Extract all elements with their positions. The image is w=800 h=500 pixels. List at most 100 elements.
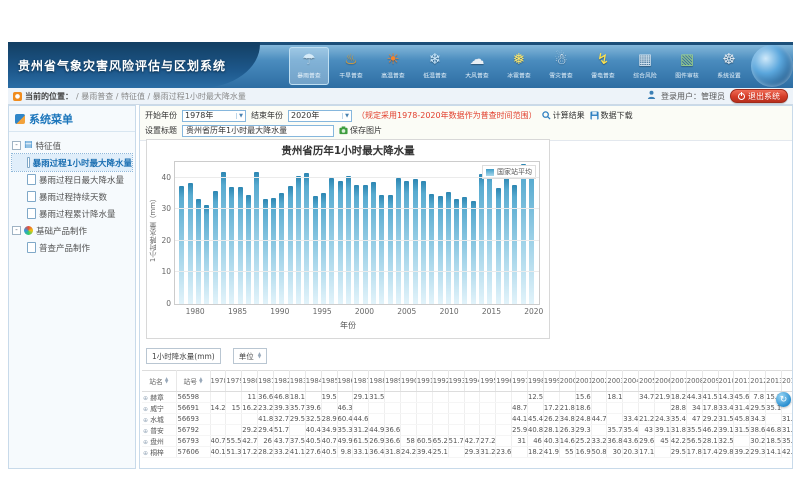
- value-cell: 27.6: [305, 447, 321, 458]
- value-cell: [401, 425, 417, 436]
- col-header-station-name[interactable]: 站名▲▼: [142, 371, 176, 392]
- value-cell: [385, 403, 401, 414]
- value-cell: 18.6: [575, 403, 591, 414]
- screen: 贵州省气象灾害风险评估与区划系统 ☂暴雨普查♨干旱普查☀高温普查❄低温普查☁大风…: [0, 0, 800, 500]
- value-cell: [305, 392, 321, 403]
- toolbar-row-2: 设置标题 贵州省历年1小时最大降水量 保存图片: [145, 123, 787, 138]
- legend-label: 国家站平均: [497, 167, 532, 177]
- value-cell: 36.6: [385, 425, 401, 436]
- sidebar-item[interactable]: 普查产品制作: [12, 239, 132, 256]
- value-cell: 12.5: [528, 392, 544, 403]
- data-download-button[interactable]: 数据下载: [590, 110, 633, 121]
- field-filter-select[interactable]: 1小时降水量(mm): [146, 348, 221, 364]
- col-header-year-1993: 1993: [448, 371, 464, 392]
- value-cell: 60.4: [337, 414, 353, 425]
- nav-item-10[interactable]: ▧图件审核: [667, 47, 707, 85]
- value-cell: 31.8: [670, 425, 686, 436]
- float-scroll-widget[interactable]: ↻: [776, 392, 791, 407]
- value-cell: 29.8: [718, 447, 734, 458]
- value-cell: 35.3: [337, 425, 353, 436]
- chart-bars: [175, 162, 539, 304]
- value-cell: 31.5: [369, 392, 385, 403]
- value-cell: 31.5: [734, 425, 750, 436]
- value-cell: [416, 425, 432, 436]
- value-cell: [480, 403, 496, 414]
- table-row: ⊕ 普安5679229.229.451.740.434.935.331.244.…: [142, 425, 793, 436]
- sidebar-group-1[interactable]: -▤特征值: [12, 137, 132, 154]
- start-year-value: 1978年: [185, 110, 213, 121]
- value-cell: 60.5: [416, 436, 432, 447]
- unit-label: 单位: [239, 351, 254, 362]
- x-tick-label: 2020: [523, 307, 545, 316]
- nav-item-8[interactable]: ↯雷电普查: [583, 47, 623, 85]
- value-cell: [353, 403, 369, 414]
- bar-2007: [421, 181, 426, 304]
- value-cell: 29.3: [464, 447, 480, 458]
- value-cell: 31.2: [353, 425, 369, 436]
- station-id-cell: 57606: [176, 447, 210, 458]
- value-cell: 16.2: [242, 403, 258, 414]
- calc-result-label: 计算结果: [553, 110, 585, 121]
- chart-title-input[interactable]: 贵州省历年1小时最大降水量: [182, 125, 334, 137]
- bar-2016: [496, 188, 501, 304]
- value-cell: 39.3: [274, 403, 290, 414]
- nav-item-4[interactable]: ❄低温普查: [415, 47, 455, 85]
- col-header-year-1992: 1992: [432, 371, 448, 392]
- col-header-year-2005: 2005: [639, 371, 655, 392]
- station-name-cell: ⊕ 普安: [142, 425, 176, 436]
- nav-item-3[interactable]: ☀高温普查: [373, 47, 413, 85]
- calc-result-button[interactable]: 计算结果: [542, 110, 585, 121]
- value-cell: [496, 425, 512, 436]
- low-temp-survey-icon: ❄: [429, 48, 442, 70]
- bar-2002: [379, 195, 384, 304]
- value-cell: [416, 414, 432, 425]
- value-cell: 40.5: [321, 447, 337, 458]
- sidebar-item[interactable]: 暴雨过程1小时最大降水量: [12, 154, 132, 171]
- value-cell: [623, 392, 639, 403]
- nav-item-6[interactable]: ❅冰雹普查: [499, 47, 539, 85]
- collapse-icon[interactable]: -: [12, 141, 21, 150]
- bar-1993: [304, 173, 309, 304]
- y-tick-label: 20: [149, 236, 171, 245]
- sidebar-item-label: 暴雨过程日最大降水量: [39, 174, 124, 186]
- col-header-year-1991: 1991: [416, 371, 432, 392]
- logout-button[interactable]: 退出系统: [730, 89, 788, 103]
- value-cell: 18.1: [289, 392, 305, 403]
- composite-risk-icon: ▦: [638, 48, 652, 70]
- end-year-select[interactable]: 2020年 ▼: [288, 110, 352, 122]
- col-header-year-2007: 2007: [670, 371, 686, 392]
- value-cell: [607, 414, 623, 425]
- value-cell: 23.6: [496, 447, 512, 458]
- sidebar-group-2[interactable]: -基础产品制作: [12, 222, 132, 239]
- value-cell: 39.1: [718, 425, 734, 436]
- nav-item-2[interactable]: ♨干旱普查: [331, 47, 371, 85]
- sidebar-item[interactable]: 暴雨过程持续天数: [12, 188, 132, 205]
- collapse-icon[interactable]: -: [12, 226, 21, 235]
- col-header-station-id[interactable]: 站号▲▼: [176, 371, 210, 392]
- nav-item-label: 雪灾普查: [549, 71, 572, 80]
- chevron-down-icon: ▼: [236, 113, 243, 119]
- sidebar-item[interactable]: 暴雨过程日最大降水量: [12, 171, 132, 188]
- brand-area: 贵州省气象灾害风险评估与区划系统: [8, 42, 260, 88]
- nav-item-7[interactable]: ☃雪灾普查: [541, 47, 581, 85]
- nav-item-5[interactable]: ☁大风普查: [457, 47, 497, 85]
- app-window: 贵州省气象灾害风险评估与区划系统 ☂暴雨普查♨干旱普查☀高温普查❄低温普查☁大风…: [8, 42, 793, 470]
- sidebar-title: 系统菜单: [29, 111, 73, 127]
- value-cell: 31.2: [480, 447, 496, 458]
- save-image-button[interactable]: 保存图片: [339, 125, 382, 136]
- bar-2015: [487, 169, 492, 304]
- value-cell: [639, 403, 655, 414]
- nav-item-9[interactable]: ▦综合风险: [625, 47, 665, 85]
- nav-item-label: 大风普查: [465, 71, 488, 80]
- nav-item-11[interactable]: ☸系统设置: [709, 47, 749, 85]
- sidebar-item[interactable]: 暴雨过程累计降水量: [12, 205, 132, 222]
- start-year-select[interactable]: 1978年 ▼: [182, 110, 246, 122]
- value-cell: [448, 425, 464, 436]
- sidebar: 系统菜单 -▤特征值暴雨过程1小时最大降水量暴雨过程日最大降水量暴雨过程持续天数…: [8, 105, 136, 469]
- unit-sort-control[interactable]: 单位 ▲▼: [233, 348, 267, 364]
- value-cell: 40.5: [305, 436, 321, 447]
- col-header-year-1987: 1987: [353, 371, 369, 392]
- bar-2012: [462, 197, 467, 304]
- nav-item-1[interactable]: ☂暴雨普查: [289, 47, 329, 85]
- sidebar-item-label: 暴雨过程持续天数: [39, 191, 107, 203]
